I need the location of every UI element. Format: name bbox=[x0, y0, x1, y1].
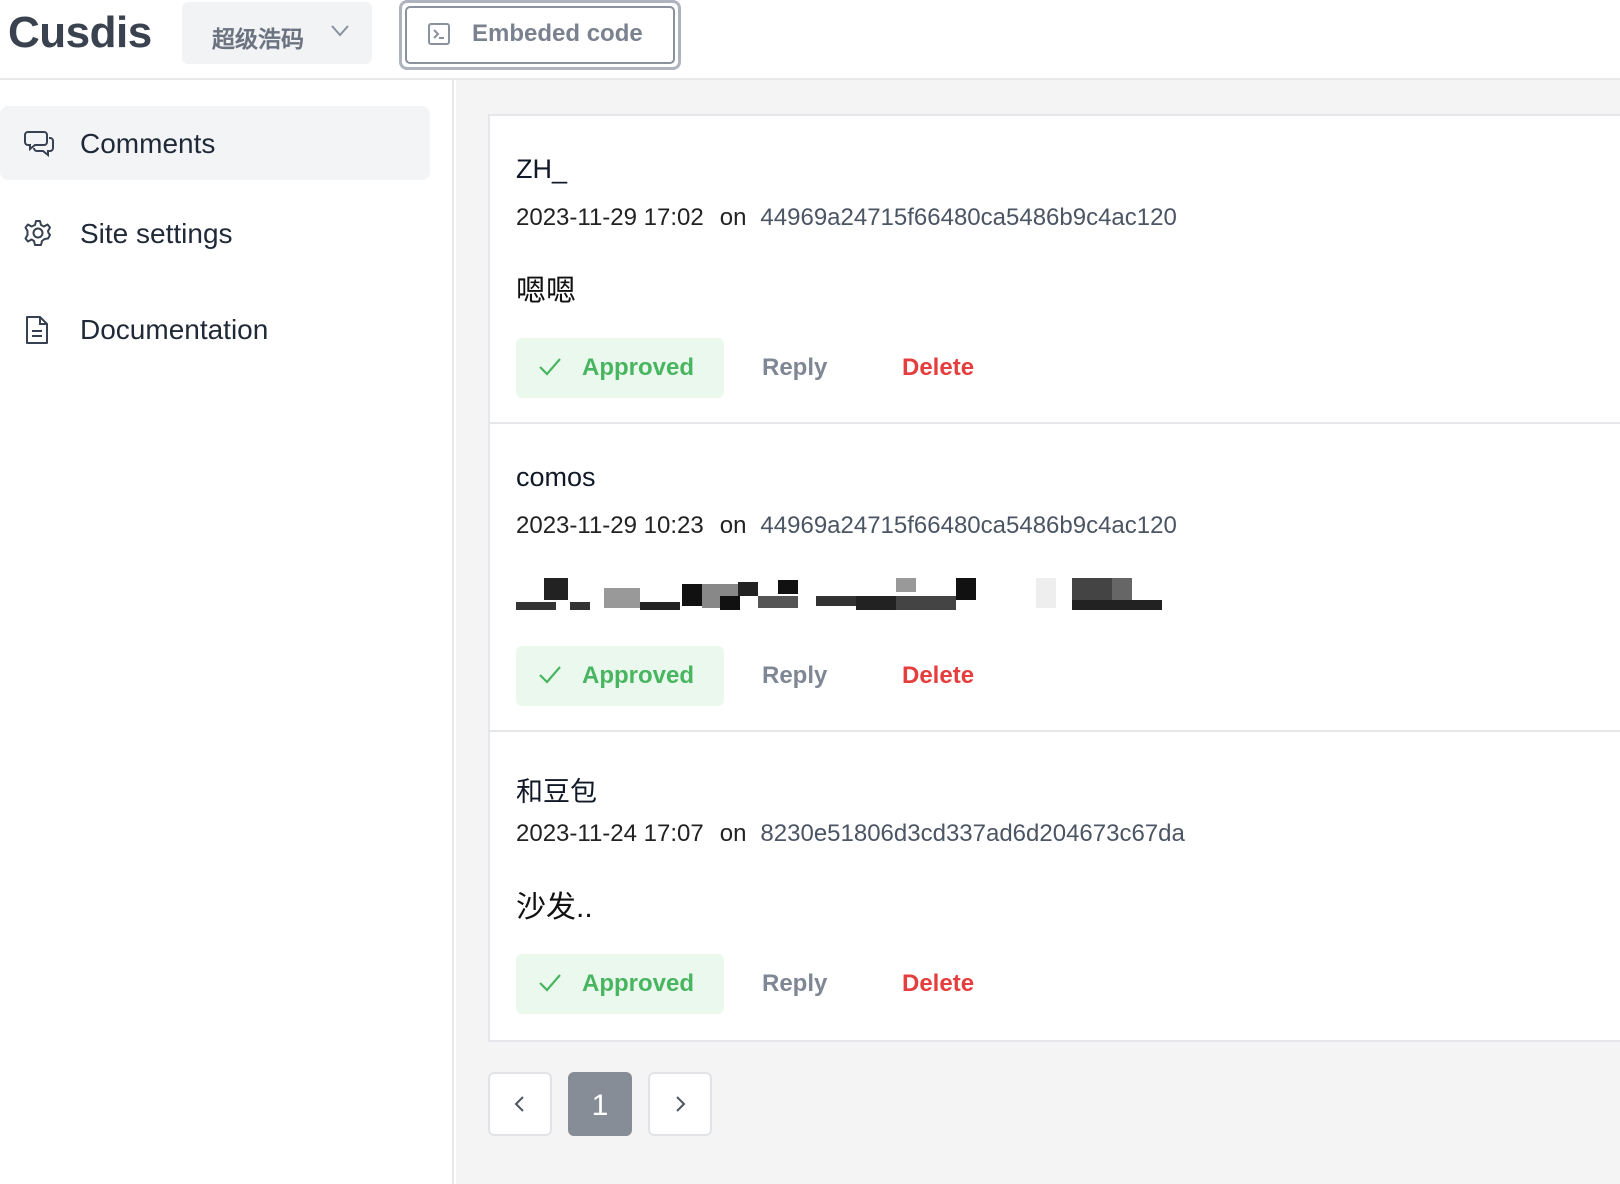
approved-label: Approved bbox=[582, 970, 695, 997]
comment-date: 2023-11-24 17:07 bbox=[516, 820, 704, 847]
reply-button[interactable]: Reply bbox=[762, 662, 827, 690]
sidebar-item-label: Site settings bbox=[80, 218, 233, 249]
gear-icon bbox=[24, 219, 52, 252]
comment-page-id: 8230e51806d3cd337ad6d204673c67da bbox=[760, 820, 1185, 847]
comment-author: comos bbox=[516, 462, 596, 492]
top-header: Cusdis 超级浩码 Embeded code bbox=[0, 0, 1620, 80]
comment-actions: Approved Reply Delete bbox=[516, 338, 1236, 398]
comment-meta: 2023-11-29 10:23 on 44969a24715f66480ca548… bbox=[516, 512, 1177, 540]
comment-on-label: on bbox=[719, 512, 747, 539]
embed-code-label: Embeded code bbox=[472, 20, 643, 47]
site-selector-value: 超级浩码 bbox=[212, 26, 304, 52]
comment-actions: Approved Reply Delete bbox=[516, 646, 1236, 706]
comment-author: ZH_ bbox=[516, 154, 568, 184]
delete-button[interactable]: Delete bbox=[902, 970, 974, 998]
document-icon bbox=[24, 315, 50, 350]
comment-on-label: on bbox=[719, 204, 747, 231]
chat-bubbles-icon bbox=[24, 129, 54, 162]
check-icon bbox=[538, 664, 562, 691]
check-icon bbox=[538, 356, 562, 383]
comment-body-redacted bbox=[516, 574, 1196, 618]
sidebar-item-label: Documentation bbox=[80, 314, 269, 345]
reply-button[interactable]: Reply bbox=[762, 354, 827, 382]
comment-on-label: on bbox=[719, 820, 747, 847]
comment-meta: 2023-11-29 17:02 on 44969a24715f66480ca548… bbox=[516, 204, 1177, 232]
comment-page-id: 44969a24715f66480ca5486b9c4ac120 bbox=[760, 512, 1177, 539]
page-number: 1 bbox=[591, 1089, 609, 1122]
chevron-left-icon bbox=[514, 1096, 524, 1112]
comment-list: ZH_ 2023-11-29 17:02 on 44969a24715f66480c… bbox=[488, 114, 1620, 1042]
site-selector[interactable]: 超级浩码 bbox=[182, 2, 372, 64]
comment-date: 2023-11-29 10:23 bbox=[516, 512, 704, 539]
comment-date: 2023-11-29 17:02 bbox=[516, 204, 704, 231]
embed-code-button[interactable]: Embeded code bbox=[399, 0, 681, 70]
main-content: ZH_ 2023-11-29 17:02 on 44969a24715f66480c… bbox=[456, 80, 1620, 1184]
delete-button[interactable]: Delete bbox=[902, 662, 974, 690]
prev-page-button[interactable] bbox=[488, 1072, 552, 1136]
sidebar: Comments Site settings Documentation bbox=[0, 80, 454, 1184]
sidebar-item-site-settings[interactable]: Site settings bbox=[0, 196, 430, 270]
approved-button[interactable]: Approved bbox=[516, 646, 724, 706]
delete-button[interactable]: Delete bbox=[902, 354, 974, 382]
approved-label: Approved bbox=[582, 662, 695, 689]
chevron-right-icon bbox=[676, 1096, 686, 1112]
comment-meta: 2023-11-24 17:07 on 8230e51806d3cd337ad6d2… bbox=[516, 820, 1185, 848]
sidebar-item-documentation[interactable]: Documentation bbox=[0, 292, 430, 366]
comment-item: comos 2023-11-29 10:23 on 44969a24715f6648… bbox=[490, 424, 1620, 732]
comment-actions: Approved Reply Delete bbox=[516, 954, 1236, 1014]
app-logo: Cusdis bbox=[8, 8, 152, 57]
page-button-current[interactable]: 1 bbox=[568, 1072, 632, 1136]
check-icon bbox=[538, 972, 562, 999]
comment-body: 嗯嗯 bbox=[516, 275, 576, 308]
comment-item: 和豆包 2023-11-24 17:07 on 8230e51806d3cd337a… bbox=[490, 732, 1620, 1040]
next-page-button[interactable] bbox=[648, 1072, 712, 1136]
comment-item: ZH_ 2023-11-29 17:02 on 44969a24715f66480c… bbox=[490, 116, 1620, 424]
comment-body: 沙发.. bbox=[516, 891, 593, 924]
sidebar-item-comments[interactable]: Comments bbox=[0, 106, 430, 180]
reply-button[interactable]: Reply bbox=[762, 970, 827, 998]
sidebar-item-label: Comments bbox=[80, 128, 216, 159]
chevron-down-icon bbox=[330, 24, 350, 43]
comment-page-id: 44969a24715f66480ca5486b9c4ac120 bbox=[760, 204, 1177, 231]
comment-author: 和豆包 bbox=[516, 777, 597, 807]
approved-label: Approved bbox=[582, 354, 695, 381]
approved-button[interactable]: Approved bbox=[516, 338, 724, 398]
terminal-icon bbox=[428, 23, 450, 50]
approved-button[interactable]: Approved bbox=[516, 954, 724, 1014]
